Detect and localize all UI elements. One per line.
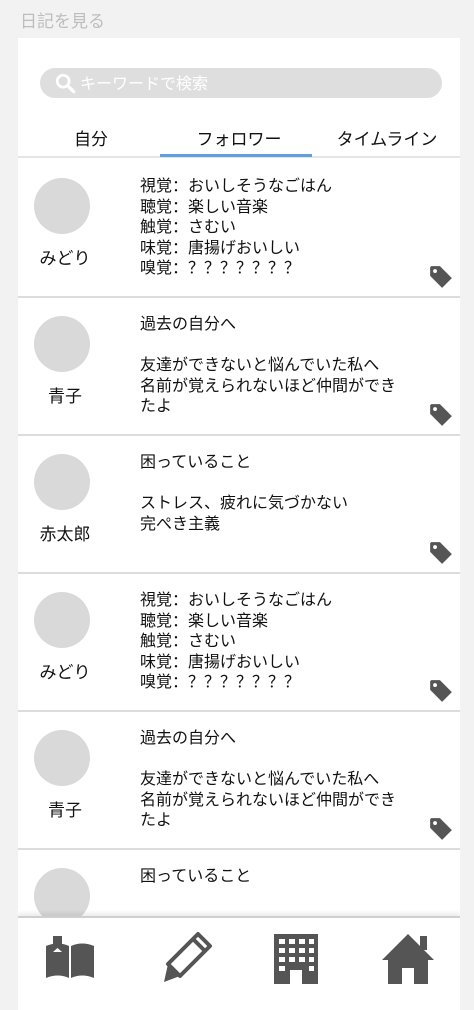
search-icon (54, 72, 76, 94)
post-text: 視覚：おいしそうなごはん 聴覚：楽しい音楽 触覚：さむい 味覚：唐揚げおいしい … (140, 590, 333, 691)
search-input[interactable] (80, 68, 430, 98)
page-title: 日記を見る (20, 12, 105, 32)
post-item[interactable]: 青子 過去の自分へ 友達ができないと悩んでいた私へ 名前が覚えられないほど仲間が… (18, 298, 460, 436)
avatar[interactable] (34, 178, 90, 234)
avatar[interactable] (34, 454, 90, 510)
search-bar[interactable] (40, 68, 442, 98)
post-text: 過去の自分へ 友達ができないと悩んでいた私へ 名前が覚えられないほど仲間ができ … (140, 728, 397, 829)
post-text: 困っていること ストレス、疲れに気づかない 完ぺき主義 (140, 452, 349, 533)
post-item[interactable]: 困っていること (18, 850, 460, 916)
tag-icon[interactable] (428, 264, 454, 290)
avatar[interactable] (34, 730, 90, 786)
post-author: 赤太郎 (39, 525, 91, 545)
post-author: みどり (39, 663, 91, 683)
tag-icon[interactable] (428, 402, 454, 428)
avatar[interactable] (34, 316, 90, 372)
tab-timeline[interactable]: タイムライン (314, 118, 460, 156)
post-item[interactable]: 赤太郎 困っていること ストレス、疲れに気づかない 完ぺき主義 (18, 436, 460, 574)
book-icon (40, 936, 100, 992)
post-author: みどり (39, 249, 91, 269)
avatar[interactable] (34, 592, 90, 648)
tab-bar: 自分 フォロワー タイムライン (18, 118, 460, 158)
post-text: 困っていること (140, 866, 252, 885)
post-author: 青子 (48, 801, 82, 821)
home-icon (378, 934, 438, 992)
post-text: 過去の自分へ 友達ができないと悩んでいた私へ 名前が覚えられないほど仲間ができ … (140, 314, 397, 415)
building-icon (266, 934, 326, 992)
avatar[interactable] (34, 868, 90, 916)
nav-home-button[interactable] (378, 928, 438, 988)
post-list[interactable]: みどり 視覚：おいしそうなごはん 聴覚：楽しい音楽 触覚：さむい 味覚：唐揚げお… (18, 160, 460, 916)
tab-active-indicator (160, 154, 312, 157)
post-item[interactable]: 青子 過去の自分へ 友達ができないと悩んでいた私へ 名前が覚えられないほど仲間が… (18, 712, 460, 850)
bottom-navigation (18, 916, 460, 1010)
post-item[interactable]: みどり 視覚：おいしそうなごはん 聴覚：楽しい音楽 触覚：さむい 味覚：唐揚げお… (18, 574, 460, 712)
tab-self[interactable]: 自分 (18, 118, 164, 156)
tag-icon[interactable] (428, 540, 454, 566)
tag-icon[interactable] (428, 816, 454, 842)
post-item[interactable]: みどり 視覚：おいしそうなごはん 聴覚：楽しい音楽 触覚：さむい 味覚：唐揚げお… (18, 160, 460, 298)
nav-facility-button[interactable] (266, 928, 326, 988)
pencil-icon (158, 932, 218, 992)
main-card: 自分 フォロワー タイムライン みどり 視覚：おいしそうなごはん 聴覚：楽しい音… (18, 38, 460, 1010)
post-author: 青子 (48, 387, 82, 407)
nav-write-button[interactable] (158, 928, 218, 988)
nav-diary-button[interactable] (40, 928, 100, 988)
tab-followers[interactable]: フォロワー (164, 118, 314, 156)
tag-icon[interactable] (428, 678, 454, 704)
post-text: 視覚：おいしそうなごはん 聴覚：楽しい音楽 触覚：さむい 味覚：唐揚げおいしい … (140, 176, 333, 277)
